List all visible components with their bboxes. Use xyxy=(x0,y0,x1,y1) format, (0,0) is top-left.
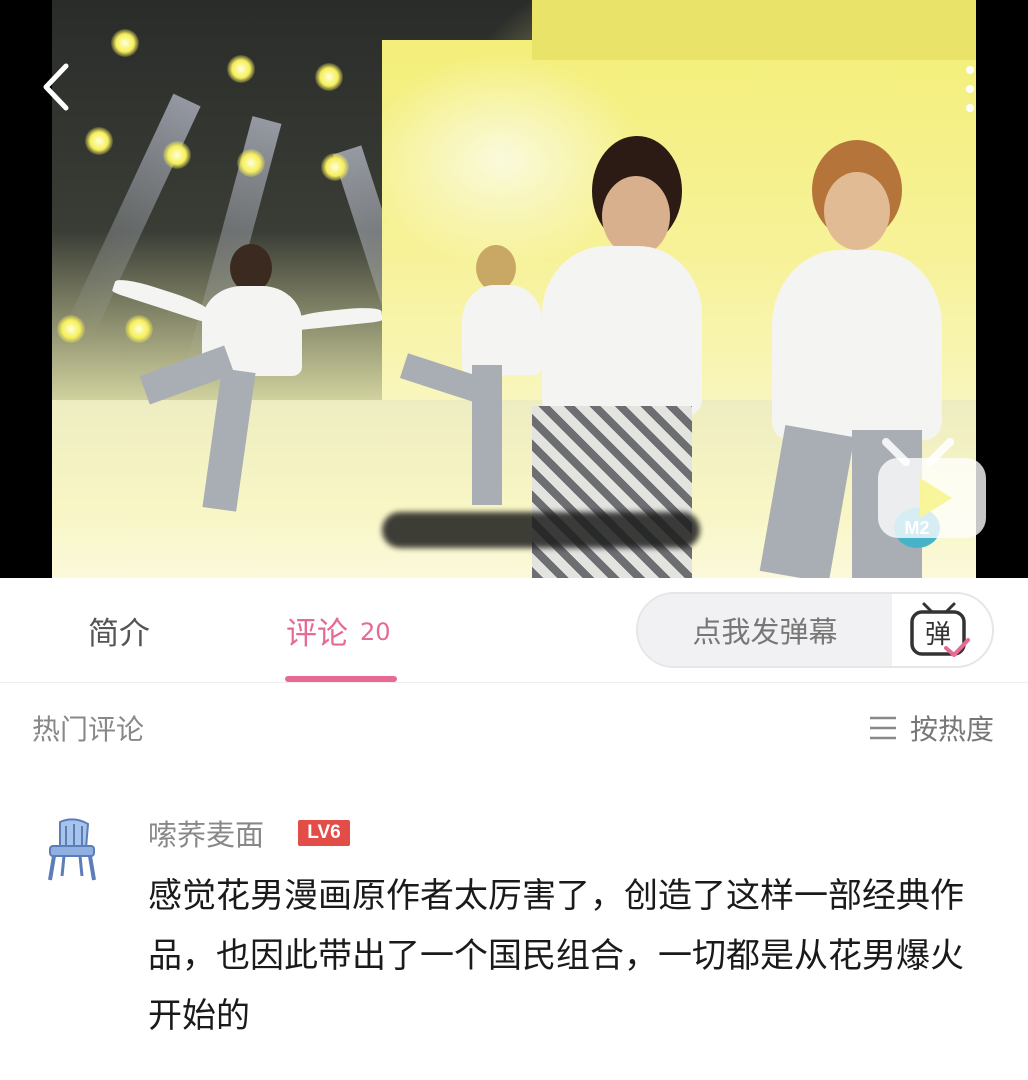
tab-intro-label: 简介 xyxy=(88,615,150,652)
more-vertical-icon[interactable] xyxy=(962,62,978,116)
comment-count: 20 xyxy=(360,618,391,646)
performer xyxy=(111,240,383,520)
active-tab-indicator xyxy=(285,676,397,682)
spotlight xyxy=(237,149,265,177)
danmu-toggle-label: 弹 xyxy=(925,620,951,650)
hot-comments-title: 热门评论 xyxy=(32,713,145,746)
sort-by-hotness-button[interactable]: 按热度 xyxy=(868,708,994,748)
tab-intro[interactable]: 简介 xyxy=(88,578,150,682)
danmu-toggle-icon[interactable]: 弹 xyxy=(908,600,970,660)
spotlight xyxy=(163,141,191,169)
spotlight xyxy=(321,153,349,181)
tab-comments[interactable]: 评论 20 xyxy=(286,578,391,682)
spotlight xyxy=(315,63,343,91)
avatar[interactable] xyxy=(44,818,100,882)
danmu-input[interactable]: 点我发弹幕 xyxy=(638,594,892,666)
blurred-caption xyxy=(382,512,700,548)
danmu-bar: 点我发弹幕 弹 xyxy=(636,592,994,668)
tab-comments-label: 评论 xyxy=(286,615,348,652)
spotlight xyxy=(85,127,113,155)
spotlight xyxy=(111,29,139,57)
detail-tab-bar: 简介 评论 20 点我发弹幕 弹 xyxy=(0,578,1028,683)
sort-lines-icon xyxy=(870,716,896,740)
chevron-left-icon[interactable] xyxy=(36,60,76,114)
stage-backdrop-top xyxy=(532,0,976,60)
danmu-placeholder: 点我发弹幕 xyxy=(692,615,838,649)
video-player[interactable]: M2 xyxy=(0,0,1028,578)
tv-play-icon[interactable] xyxy=(848,436,988,542)
comment-text: 感觉花男漫画原作者太厉害了，创造了这样一部经典作品，也因此带出了一个国民组合，一… xyxy=(148,876,964,1036)
video-frame: M2 xyxy=(52,0,976,578)
spotlight xyxy=(227,55,255,83)
comment-username[interactable]: 嗦荞麦面 xyxy=(148,812,264,854)
sort-label: 按热度 xyxy=(910,713,995,746)
level-badge: LV6 xyxy=(298,820,350,846)
spotlight xyxy=(57,315,85,343)
patterned-skirt xyxy=(532,406,692,578)
